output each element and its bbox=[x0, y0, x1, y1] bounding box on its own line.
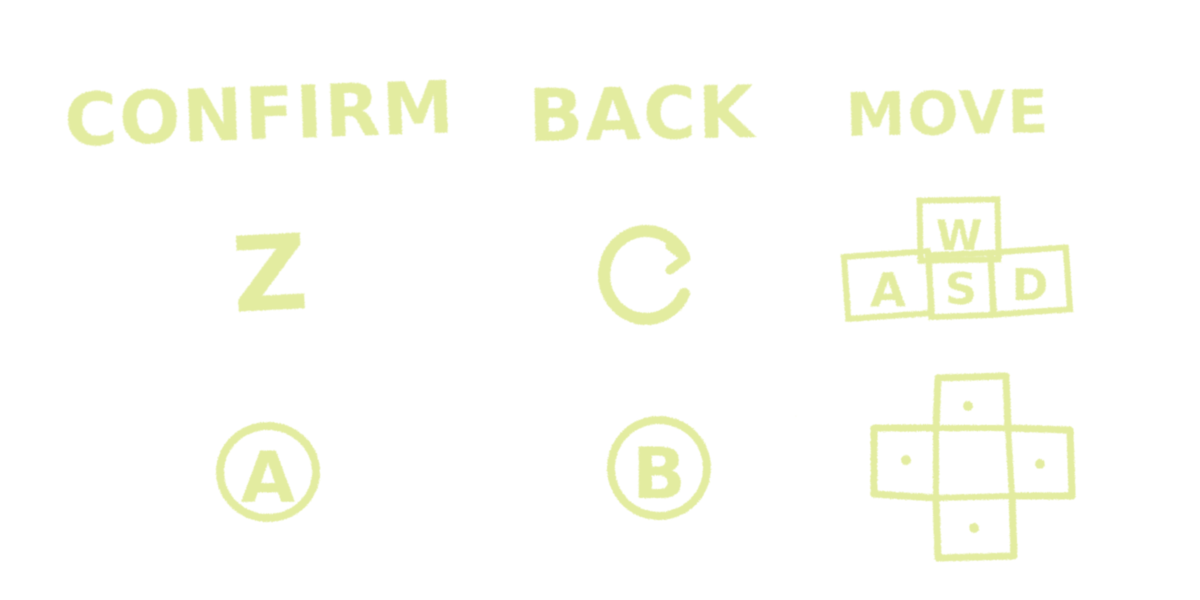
back-keyboard-key: C bbox=[796, 415, 797, 417]
confirm-label: CONFIRM bbox=[62, 65, 458, 163]
dpad-left-dot bbox=[901, 455, 911, 465]
dpad-up-dot bbox=[963, 401, 973, 411]
move-label: MOVE bbox=[845, 77, 1051, 151]
a-button-icon: A bbox=[212, 420, 324, 524]
back-gamepad-button: B bbox=[632, 433, 685, 515]
confirm-gamepad-button: A bbox=[241, 437, 295, 519]
circular-arrow-c-icon: C bbox=[596, 216, 797, 417]
move-key-right: D bbox=[1012, 260, 1049, 311]
back-label: BACK bbox=[527, 70, 757, 158]
move-key-down: S bbox=[945, 264, 977, 315]
dpad-icon bbox=[866, 370, 1080, 564]
confirm-keyboard-key: Z bbox=[229, 211, 311, 337]
b-button-icon: B bbox=[604, 414, 714, 522]
dpad-down-dot bbox=[969, 523, 979, 533]
move-key-left: A bbox=[870, 263, 906, 317]
dpad-right-dot bbox=[1035, 459, 1045, 469]
wasd-keys-icon: W A S D bbox=[836, 192, 1080, 328]
